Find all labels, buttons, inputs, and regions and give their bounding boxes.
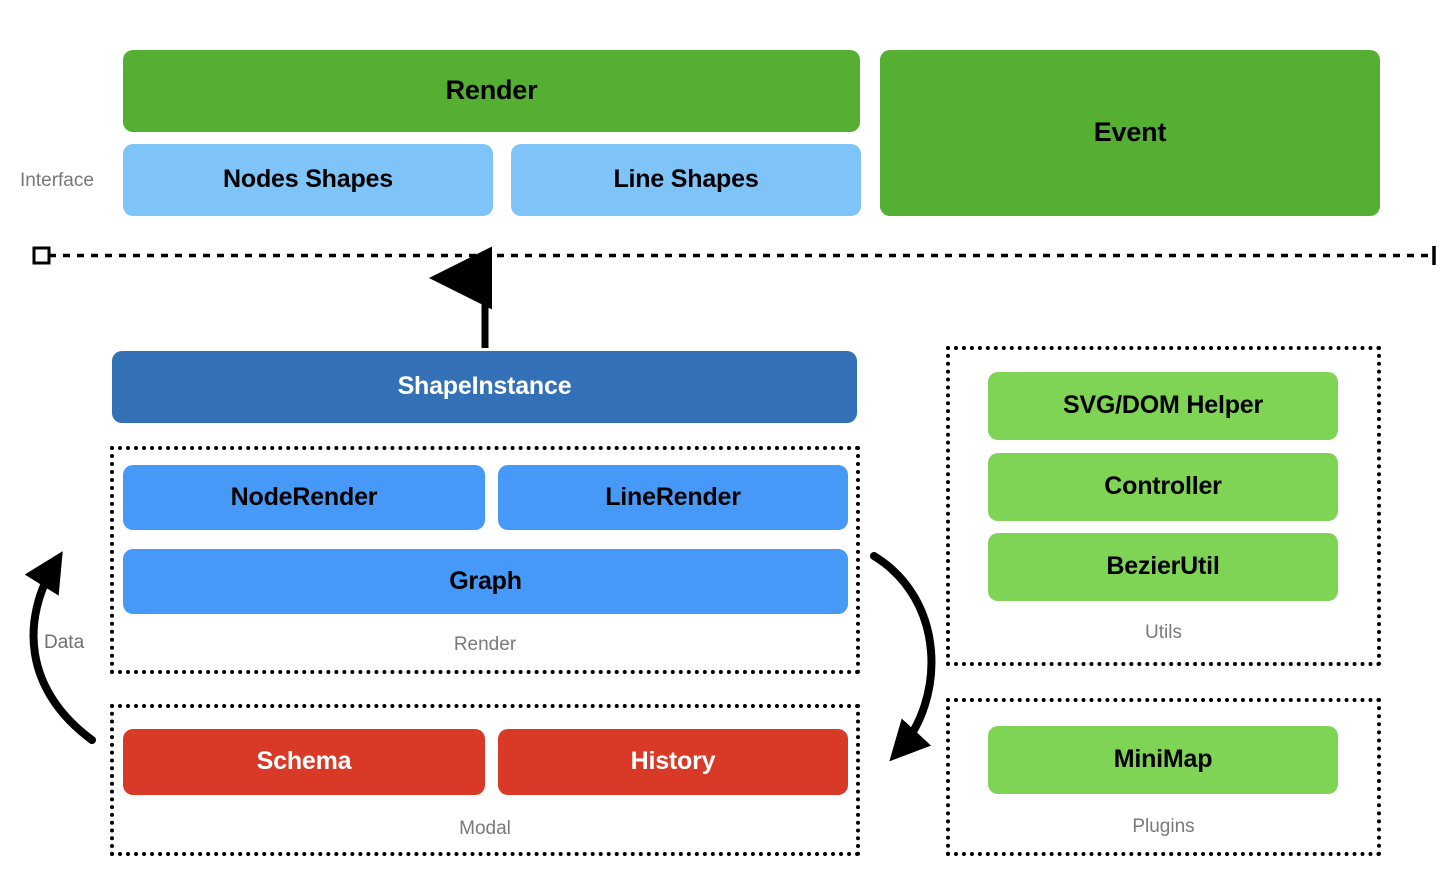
core-box-node-render[interactable]: NodeRender — [123, 465, 485, 530]
interface-box-line-shapes-label: Line Shapes — [613, 165, 759, 194]
interface-box-render-label: Render — [445, 75, 538, 106]
core-box-schema[interactable]: Schema — [123, 729, 485, 795]
interface-box-nodes-shapes[interactable]: Nodes Shapes — [123, 144, 493, 216]
core-box-history-label: History — [630, 747, 716, 776]
layer-divider — [32, 246, 1436, 265]
interface-box-nodes-shapes-label: Nodes Shapes — [223, 165, 393, 194]
interface-box-event-label: Event — [1093, 117, 1167, 148]
core-box-line-render[interactable]: LineRender — [498, 465, 848, 530]
interface-box-line-shapes[interactable]: Line Shapes — [511, 144, 861, 216]
interface-layer-label: Interface — [20, 170, 94, 191]
divider-square-marker — [32, 246, 51, 265]
core-box-shape-instance[interactable]: ShapeInstance — [112, 351, 857, 423]
side-box-minimap-label: MiniMap — [1113, 745, 1213, 774]
core-group-render-label: Render — [453, 634, 517, 655]
side-box-bezier-util[interactable]: BezierUtil — [988, 533, 1338, 601]
side-box-svg-dom-helper-label: SVG/DOM Helper — [1062, 391, 1264, 420]
side-box-bezier-util-label: BezierUtil — [1106, 552, 1220, 581]
core-box-schema-label: Schema — [256, 747, 352, 776]
interface-box-event[interactable]: Event — [880, 50, 1380, 216]
interface-box-render[interactable]: Render — [123, 50, 860, 132]
core-box-graph[interactable]: Graph — [123, 549, 848, 614]
core-box-graph-label: Graph — [449, 566, 522, 595]
core-box-history[interactable]: History — [498, 729, 848, 795]
side-box-minimap[interactable]: MiniMap — [988, 726, 1338, 794]
data-arrow-label: Data — [44, 632, 85, 653]
core-box-line-render-label: LineRender — [605, 482, 741, 511]
side-group-plugins-label: Plugins — [1132, 816, 1195, 837]
side-box-controller[interactable]: Controller — [988, 453, 1338, 521]
render-to-modal-arrow — [870, 552, 936, 762]
diagram-canvas: Interface Render Nodes Shapes Line Shape… — [0, 0, 1440, 890]
core-box-shape-instance-label: ShapeInstance — [397, 372, 572, 401]
side-group-utils-label: Utils — [1145, 622, 1182, 643]
side-box-controller-label: Controller — [1104, 472, 1222, 501]
side-box-svg-dom-helper[interactable]: SVG/DOM Helper — [988, 372, 1338, 440]
core-group-modal-label: Modal — [459, 818, 511, 839]
core-box-node-render-label: NodeRender — [230, 482, 378, 511]
